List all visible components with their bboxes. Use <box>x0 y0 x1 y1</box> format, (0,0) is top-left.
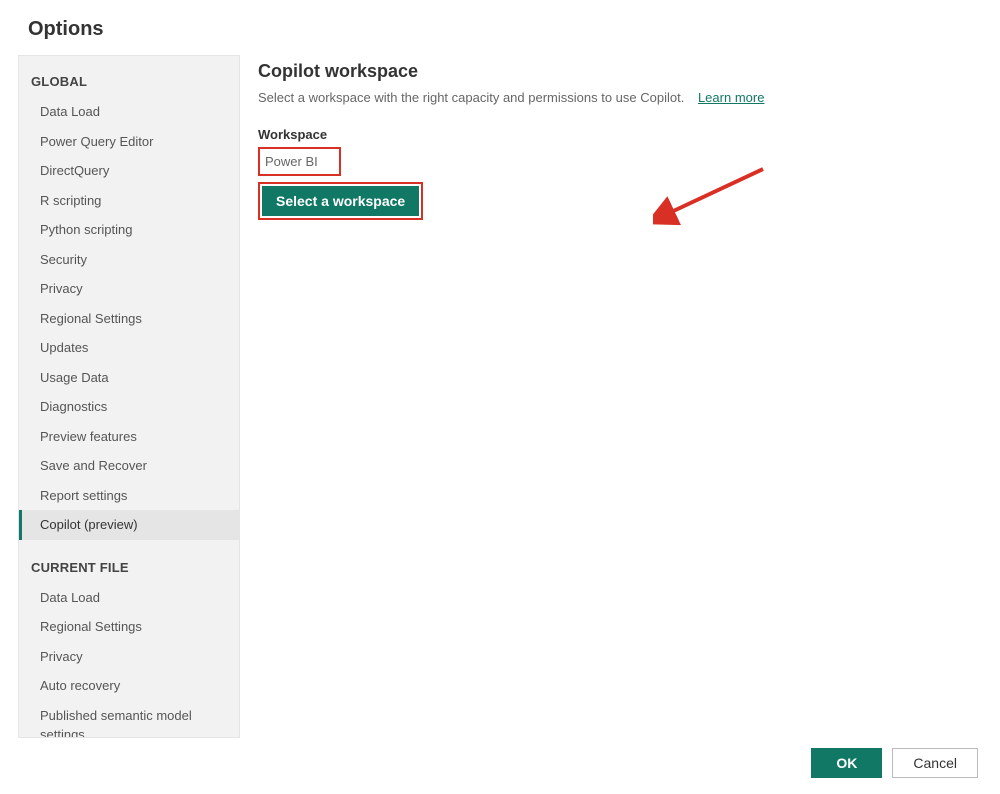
sidebar-item[interactable]: Regional Settings <box>19 304 239 334</box>
select-workspace-button[interactable]: Select a workspace <box>262 186 419 216</box>
sidebar-item[interactable]: Preview features <box>19 422 239 452</box>
sidebar-section-header: GLOBAL <box>19 68 239 97</box>
content-area: GLOBALData LoadPower Query EditorDirectQ… <box>0 51 1000 738</box>
sidebar-item[interactable]: Report settings <box>19 481 239 511</box>
sidebar-section-header: CURRENT FILE <box>19 554 239 583</box>
select-workspace-highlight: Select a workspace <box>258 182 423 220</box>
sidebar-item[interactable]: Published semantic model settings <box>19 701 239 739</box>
dialog-footer: OK Cancel <box>0 738 1000 794</box>
options-dialog: Options GLOBALData LoadPower Query Edito… <box>0 0 1000 794</box>
main-panel: Copilot workspace Select a workspace wit… <box>258 55 982 738</box>
sidebar-item[interactable]: Diagnostics <box>19 392 239 422</box>
sidebar-item[interactable]: Python scripting <box>19 215 239 245</box>
sidebar-item[interactable]: Privacy <box>19 274 239 304</box>
sidebar-item[interactable]: Save and Recover <box>19 451 239 481</box>
dialog-title: Options <box>0 0 1000 51</box>
workspace-field-label: Workspace <box>258 127 976 142</box>
sidebar-item[interactable]: DirectQuery <box>19 156 239 186</box>
description-text: Select a workspace with the right capaci… <box>258 90 684 105</box>
sidebar-item[interactable]: Copilot (preview) <box>19 510 239 540</box>
sidebar-item[interactable]: Data Load <box>19 97 239 127</box>
sidebar-item[interactable]: Usage Data <box>19 363 239 393</box>
annotation-arrow-icon <box>653 159 773 229</box>
section-heading: Copilot workspace <box>258 61 976 82</box>
sidebar-item[interactable]: Auto recovery <box>19 671 239 701</box>
sidebar-item[interactable]: Power Query Editor <box>19 127 239 157</box>
sidebar-item[interactable]: Updates <box>19 333 239 363</box>
cancel-button[interactable]: Cancel <box>892 748 978 778</box>
sidebar: GLOBALData LoadPower Query EditorDirectQ… <box>18 55 240 738</box>
sidebar-item[interactable]: R scripting <box>19 186 239 216</box>
sidebar-item[interactable]: Data Load <box>19 583 239 613</box>
section-description: Select a workspace with the right capaci… <box>258 90 976 105</box>
sidebar-item[interactable]: Security <box>19 245 239 275</box>
ok-button[interactable]: OK <box>811 748 882 778</box>
sidebar-item[interactable]: Privacy <box>19 642 239 672</box>
workspace-input[interactable]: Power BI <box>258 147 341 176</box>
learn-more-link[interactable]: Learn more <box>698 90 764 105</box>
sidebar-item[interactable]: Regional Settings <box>19 612 239 642</box>
